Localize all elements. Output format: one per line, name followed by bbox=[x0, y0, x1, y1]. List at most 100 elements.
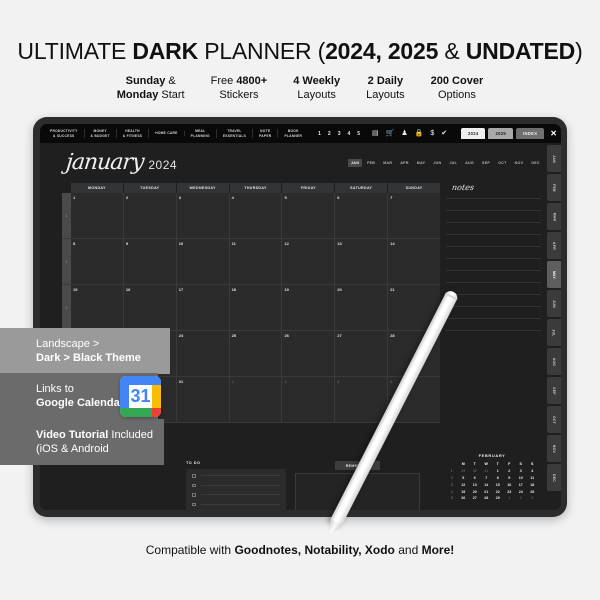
mini-day-cell[interactable]: 19 bbox=[458, 488, 470, 495]
calendar-day-cell[interactable]: 2 bbox=[123, 193, 177, 238]
side-tab-apr[interactable]: APR bbox=[547, 232, 561, 259]
calendar-day-cell[interactable]: 3 bbox=[176, 193, 230, 238]
toolbar-tab-2[interactable]: HEALTH & FITNESS bbox=[117, 129, 150, 138]
checkbox-icon[interactable] bbox=[192, 493, 196, 497]
mini-day-cell[interactable]: 23 bbox=[504, 488, 516, 495]
todo-row[interactable] bbox=[192, 483, 280, 487]
calendar-day-cell[interactable]: 20 bbox=[335, 285, 389, 330]
check-icon[interactable]: ✔ bbox=[441, 130, 447, 137]
close-icon[interactable]: ✕ bbox=[550, 129, 557, 138]
side-tab-may[interactable]: MAY bbox=[547, 261, 561, 288]
mini-day-cell[interactable]: 1 bbox=[504, 495, 516, 502]
mini-day-cell[interactable]: 28 bbox=[481, 495, 493, 502]
month-pill-mar[interactable]: MAR bbox=[380, 159, 395, 167]
calendar-day-cell[interactable]: 1 bbox=[71, 193, 124, 238]
mini-day-cell[interactable]: 21 bbox=[481, 488, 493, 495]
tab-year-2024[interactable]: 2024 bbox=[460, 128, 486, 139]
toolbar-tab-3[interactable]: HOME CARE bbox=[149, 131, 185, 136]
mini-day-cell[interactable]: 29 bbox=[492, 495, 504, 502]
calendar-day-cell[interactable]: 9 bbox=[123, 239, 177, 284]
month-pill-sep[interactable]: SEP bbox=[479, 159, 493, 167]
side-tab-jun[interactable]: JUN bbox=[547, 290, 561, 317]
mini-day-cell[interactable]: 20 bbox=[469, 488, 481, 495]
mini-day-cell[interactable]: 2 bbox=[515, 495, 527, 502]
side-tab-aug[interactable]: AUG bbox=[547, 348, 561, 375]
tab-index[interactable]: INDEX bbox=[515, 128, 545, 139]
toolbar-number-5[interactable]: 5 bbox=[357, 131, 360, 137]
mini-day-cell[interactable]: 18 bbox=[527, 481, 539, 488]
notes-panel[interactable]: notes bbox=[446, 183, 541, 433]
mini-day-cell[interactable]: 2 bbox=[504, 468, 516, 475]
mini-day-cell[interactable]: 29 bbox=[458, 468, 470, 475]
calendar-day-cell[interactable]: 17 bbox=[176, 285, 230, 330]
calendar-day-cell[interactable]: 13 bbox=[335, 239, 389, 284]
toolbar-tab-7[interactable]: BOOK PLANNER bbox=[278, 129, 308, 137]
printer-icon[interactable]: ▤ bbox=[372, 130, 379, 137]
mini-day-cell[interactable]: 25 bbox=[527, 488, 539, 495]
mini-day-cell[interactable]: 27 bbox=[469, 495, 481, 502]
person-icon[interactable]: ♟ bbox=[401, 130, 407, 137]
mini-day-cell[interactable]: 10 bbox=[515, 475, 527, 482]
mini-day-cell[interactable]: 8 bbox=[492, 475, 504, 482]
mini-day-cell[interactable]: 16 bbox=[504, 481, 516, 488]
month-pill-oct[interactable]: OCT bbox=[495, 159, 510, 167]
side-tab-sep[interactable]: SEP bbox=[547, 377, 561, 404]
lock-icon[interactable]: 🔒 bbox=[415, 130, 424, 137]
month-pill-jun[interactable]: JUN bbox=[430, 159, 444, 167]
side-tab-nov[interactable]: NOV bbox=[547, 435, 561, 462]
mini-day-cell[interactable]: 4 bbox=[527, 468, 539, 475]
todo-box[interactable] bbox=[186, 469, 286, 510]
month-pill-feb[interactable]: FEB bbox=[364, 159, 378, 167]
checkbox-icon[interactable] bbox=[192, 474, 196, 478]
month-pill-dec[interactable]: DEC bbox=[528, 159, 543, 167]
toolbar-tab-1[interactable]: MONEY & BUDGET bbox=[85, 129, 117, 138]
side-tab-dec[interactable]: DEC bbox=[547, 464, 561, 491]
calendar-day-cell[interactable]: 8 bbox=[71, 239, 124, 284]
toolbar-tab-4[interactable]: MEAL PLANNING bbox=[185, 129, 217, 138]
calendar-day-cell[interactable]: 15 bbox=[71, 285, 124, 330]
mini-day-cell[interactable]: 12 bbox=[458, 481, 470, 488]
todo-row[interactable] bbox=[192, 474, 280, 478]
calendar-day-cell[interactable]: 18 bbox=[229, 285, 283, 330]
mini-day-cell[interactable]: 6 bbox=[469, 475, 481, 482]
toolbar-number-3[interactable]: 3 bbox=[338, 131, 341, 137]
side-tab-feb[interactable]: FEB bbox=[547, 174, 561, 201]
month-pill-nov[interactable]: NOV bbox=[512, 159, 527, 167]
month-pill-jan[interactable]: JAN bbox=[348, 159, 363, 167]
mini-day-cell[interactable]: 3 bbox=[527, 495, 539, 502]
tab-year-2025[interactable]: 2025 bbox=[488, 128, 513, 139]
toolbar-tab-0[interactable]: PRODUCTIVITY & SUCCESS bbox=[44, 129, 85, 138]
month-pill-jul[interactable]: JUL bbox=[446, 159, 460, 167]
side-tab-oct[interactable]: OCT bbox=[547, 406, 561, 433]
mini-day-cell[interactable]: 9 bbox=[504, 475, 516, 482]
calendar-day-cell[interactable]: 12 bbox=[282, 239, 336, 284]
calendar-day-cell[interactable]: 26 bbox=[282, 331, 336, 376]
mini-day-cell[interactable]: 11 bbox=[527, 475, 539, 482]
cart-icon[interactable]: 🛒 bbox=[386, 130, 395, 137]
mini-day-cell[interactable]: 5 bbox=[458, 475, 470, 482]
calendar-day-cell[interactable]: 14 bbox=[388, 239, 441, 284]
calendar-day-cell[interactable]: 27 bbox=[335, 331, 389, 376]
month-pill-aug[interactable]: AUG bbox=[462, 159, 477, 167]
side-tab-jan[interactable]: JAN bbox=[547, 145, 561, 172]
toolbar-number-4[interactable]: 4 bbox=[347, 131, 350, 137]
mini-day-cell[interactable]: 26 bbox=[458, 495, 470, 502]
mini-day-cell[interactable]: 30 bbox=[469, 468, 481, 475]
mini-day-cell[interactable]: 17 bbox=[515, 481, 527, 488]
calendar-day-cell[interactable]: 25 bbox=[229, 331, 283, 376]
mini-day-cell[interactable]: 7 bbox=[481, 475, 493, 482]
mini-day-cell[interactable]: 3 bbox=[515, 468, 527, 475]
toolbar-number-1[interactable]: 1 bbox=[318, 131, 321, 137]
mini-day-cell[interactable]: 13 bbox=[469, 481, 481, 488]
mini-day-cell[interactable]: 14 bbox=[481, 481, 493, 488]
checkbox-icon[interactable] bbox=[192, 483, 196, 487]
todo-row[interactable] bbox=[192, 502, 280, 506]
toolbar-tab-5[interactable]: TRAVEL ESSENTIALS bbox=[217, 129, 254, 138]
calendar-day-cell[interactable]: 5 bbox=[282, 193, 336, 238]
calendar-day-cell[interactable]: 31 bbox=[176, 377, 230, 422]
side-tab-jul[interactable]: JUL bbox=[547, 319, 561, 346]
calendar-day-cell[interactable]: 4 bbox=[229, 193, 283, 238]
calendar-day-cell[interactable]: 11 bbox=[229, 239, 283, 284]
mini-day-cell[interactable]: 1 bbox=[492, 468, 504, 475]
calendar-day-cell[interactable]: 3 bbox=[335, 377, 389, 422]
